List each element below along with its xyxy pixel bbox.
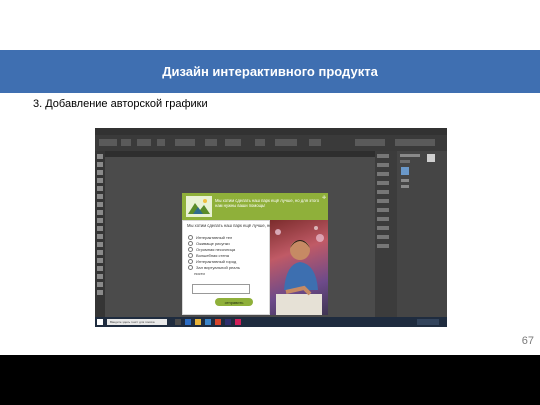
park-logo-icon: [186, 196, 212, 217]
browser-icon[interactable]: [185, 319, 191, 325]
radio-icon: [188, 234, 193, 240]
survey-question: Мы хотим сделать наш парк ещё лучше, но: [187, 223, 272, 228]
task-view-icon[interactable]: [175, 319, 181, 325]
tools-panel[interactable]: [95, 151, 105, 317]
comment-field[interactable]: [192, 284, 250, 294]
radio-icon: [188, 264, 193, 270]
menu-bar[interactable]: [95, 128, 447, 135]
child-illustration-icon: [275, 226, 324, 315]
properties-panel[interactable]: [397, 151, 447, 317]
radio-icon: [188, 240, 193, 246]
right-panel[interactable]: [375, 151, 447, 317]
store-icon[interactable]: [205, 319, 211, 325]
slide-title: Дизайн интерактивного продукта: [162, 64, 378, 79]
survey-options: Интерактивный тел Оживаще рисунки Огромн…: [188, 234, 240, 276]
submit-button[interactable]: отправить: [215, 298, 253, 306]
taskbar-search[interactable]: Введите здесь текст для поиска: [107, 319, 167, 325]
survey-form: Мы хотим сделать наш парк ещё лучше, но …: [182, 220, 272, 315]
child-photo: [270, 220, 328, 315]
office-icon[interactable]: [215, 319, 221, 325]
adobe-app-icon[interactable]: [225, 319, 231, 325]
radio-icon: [188, 246, 193, 252]
ad-artwork: Мы хотим сделать наш парк ещё лучше, но …: [182, 193, 328, 315]
survey-option[interactable]: Интерактивный тел: [188, 234, 240, 240]
slide: Дизайн интерактивного продукта 3. Добавл…: [0, 0, 540, 405]
artwork-header: Мы хотим сделать наш парк ещё лучше, но …: [182, 193, 328, 220]
title-bar: Дизайн интерактивного продукта: [0, 50, 540, 93]
survey-option[interactable]: Интерактивный город: [188, 258, 240, 264]
windows-taskbar[interactable]: Введите здесь текст для поиска: [95, 317, 447, 327]
properties-content-icon: [400, 154, 435, 188]
bottom-letterbox: [0, 355, 540, 405]
survey-option[interactable]: Огромная песочница: [188, 246, 240, 252]
radio-icon: [188, 258, 193, 264]
survey-option-continuation: ности: [194, 270, 205, 276]
windows-start-icon[interactable]: [97, 319, 103, 325]
document-canvas[interactable]: Мы хотим сделать наш парк ещё лучше, но …: [105, 157, 375, 317]
panel-icons[interactable]: [377, 154, 395, 253]
survey-option[interactable]: Зал виртуальной реаль: [188, 264, 240, 270]
slide-subtitle: 3. Добавление авторской графики: [33, 98, 208, 110]
system-tray-icon[interactable]: [417, 319, 439, 325]
radio-icon: [188, 252, 193, 258]
app-screenshot: Мы хотим сделать наш парк ещё лучше, но …: [95, 128, 447, 327]
plus-icon: ✛: [322, 195, 327, 201]
page-number: 67: [521, 335, 534, 347]
control-bar[interactable]: [95, 135, 447, 152]
folder-icon[interactable]: [195, 319, 201, 325]
indesign-icon[interactable]: [235, 319, 241, 325]
artwork-header-text: Мы хотим сделать наш парк ещё лучше, но …: [215, 198, 320, 208]
